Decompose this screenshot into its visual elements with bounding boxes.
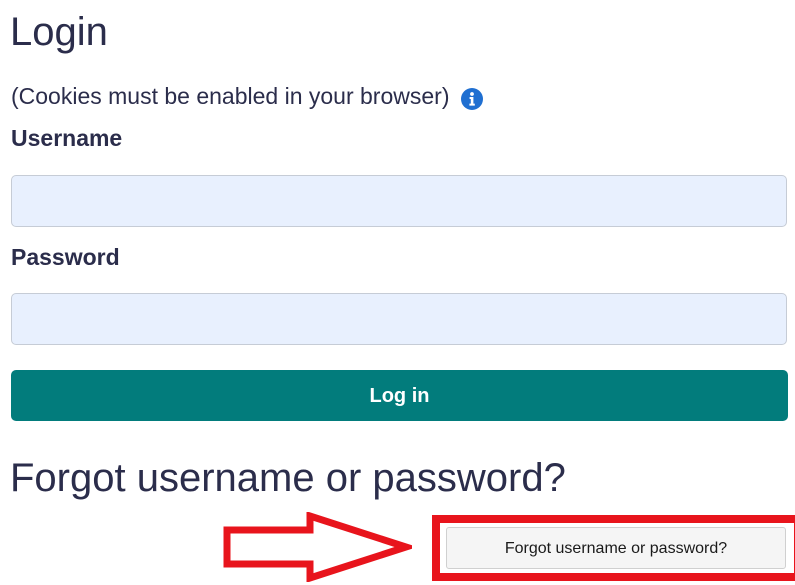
forgot-password-button[interactable]: Forgot username or password? xyxy=(446,527,786,569)
info-icon[interactable] xyxy=(461,85,484,110)
right-arrow-outline-icon xyxy=(223,512,412,582)
username-input[interactable] xyxy=(11,175,787,227)
login-page: Login (Cookies must be enabled in your b… xyxy=(0,0,795,585)
login-button[interactable]: Log in xyxy=(11,370,788,421)
password-label: Password xyxy=(11,244,120,270)
password-input[interactable] xyxy=(11,293,787,345)
cookies-notice-text: (Cookies must be enabled in your browser… xyxy=(11,83,450,109)
page-title: Login xyxy=(10,10,108,54)
forgot-heading: Forgot username or password? xyxy=(10,456,566,500)
cookies-notice: (Cookies must be enabled in your browser… xyxy=(11,79,484,113)
username-label: Username xyxy=(11,125,123,151)
